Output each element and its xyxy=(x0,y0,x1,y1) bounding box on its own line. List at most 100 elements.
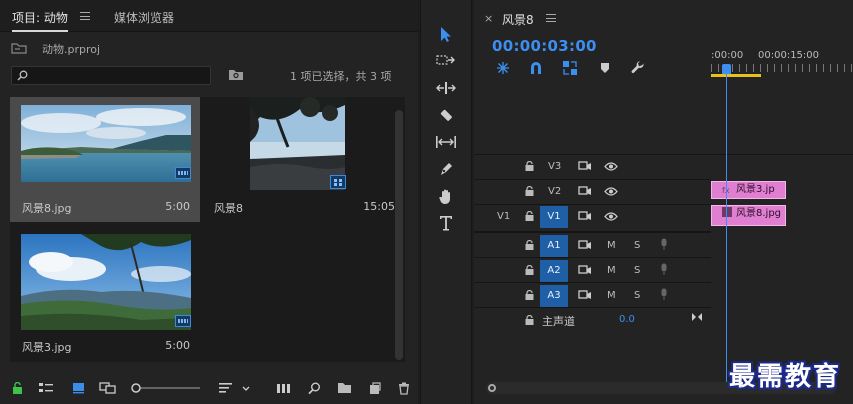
still-image-badge-icon xyxy=(175,167,191,179)
mute-button[interactable]: M xyxy=(607,290,616,301)
sequence-badge-icon xyxy=(330,175,346,189)
add-marker-icon[interactable] xyxy=(600,62,610,74)
track-v3: V3 xyxy=(474,154,711,178)
solo-button[interactable]: S xyxy=(634,240,640,251)
lock-icon[interactable] xyxy=(525,315,534,325)
lock-icon[interactable] xyxy=(525,290,534,300)
selection-tool-icon[interactable] xyxy=(433,23,459,45)
sync-lock-icon[interactable] xyxy=(578,265,592,276)
clip-label: 风景3.jp xyxy=(736,184,775,195)
master-volume-value[interactable]: 0.0 xyxy=(619,314,635,325)
find-icon[interactable] xyxy=(308,382,321,395)
lock-icon[interactable] xyxy=(12,382,23,394)
eye-icon[interactable] xyxy=(604,162,618,171)
microphone-icon[interactable] xyxy=(660,263,668,276)
go-to-in-out-icon[interactable] xyxy=(691,312,703,322)
timeline-menu-icon[interactable] xyxy=(546,14,556,22)
track-a2: A2 M S xyxy=(474,257,711,282)
clip-v2[interactable]: fx 风景3.jp xyxy=(711,181,786,199)
sort-icon[interactable] xyxy=(218,382,250,394)
time-ruler[interactable]: :00:00 00:00:15:00 xyxy=(711,36,853,80)
lock-icon[interactable] xyxy=(525,211,534,221)
thumbnail-lake xyxy=(21,105,191,182)
razor-tool-icon[interactable] xyxy=(433,104,459,126)
target-track-v1[interactable]: V1 xyxy=(540,206,568,228)
track-name: V3 xyxy=(548,161,562,172)
item-duration: 5:00 xyxy=(165,200,190,213)
clip-label: 风景8.jpg xyxy=(736,208,782,219)
panel-menu-icon[interactable] xyxy=(80,12,90,20)
target-track-a3[interactable]: A3 xyxy=(540,285,568,307)
tab-project[interactable]: 项目: 动物 xyxy=(12,9,68,32)
track-separator xyxy=(711,154,853,155)
item-duration: 15:05 xyxy=(363,200,395,213)
snap-icon[interactable] xyxy=(529,61,543,75)
lock-icon[interactable] xyxy=(525,240,534,250)
playhead-timecode[interactable]: 00:00:03:00 xyxy=(492,37,597,55)
hand-tool-icon[interactable] xyxy=(433,185,459,207)
solo-button[interactable]: S xyxy=(634,265,640,276)
item-name: 风景8 xyxy=(214,202,243,215)
track-master: 主声道 0.0 xyxy=(474,307,711,331)
pen-tool-icon[interactable] xyxy=(433,158,459,180)
folder-up-icon[interactable] xyxy=(11,42,27,54)
eye-icon[interactable] xyxy=(604,212,618,221)
media-item[interactable]: 风景3.jpg 5:00 xyxy=(10,229,200,354)
microphone-icon[interactable] xyxy=(660,238,668,251)
tab-media-browser[interactable]: 媒体浏览器 xyxy=(114,9,174,26)
ruler-label: 00:00:15:00 xyxy=(758,50,820,61)
new-item-icon[interactable] xyxy=(368,382,381,395)
linked-selection-icon[interactable] xyxy=(562,60,578,76)
sync-lock-icon[interactable] xyxy=(578,211,592,222)
project-file-name: 动物.prproj xyxy=(42,43,101,56)
lock-icon[interactable] xyxy=(525,186,534,196)
mute-button[interactable]: M xyxy=(607,240,616,251)
search-input[interactable] xyxy=(11,66,211,85)
scroll-handle[interactable] xyxy=(488,384,496,392)
playhead-line[interactable] xyxy=(726,66,727,382)
media-item[interactable]: 风景8 15:05 xyxy=(205,97,395,222)
new-bin-icon[interactable] xyxy=(337,382,352,394)
ripple-edit-tool-icon[interactable] xyxy=(433,77,459,99)
sync-lock-icon[interactable] xyxy=(578,161,592,172)
solo-button[interactable]: S xyxy=(634,290,640,301)
freeform-view-icon[interactable] xyxy=(99,382,119,394)
thumbnail-mountain xyxy=(21,234,191,330)
track-select-tool-icon[interactable] xyxy=(433,50,459,72)
master-label: 主声道 xyxy=(542,315,575,328)
eye-icon[interactable] xyxy=(604,187,618,196)
type-tool-icon[interactable] xyxy=(433,212,459,234)
item-name: 风景8.jpg xyxy=(22,202,72,215)
new-search-bin-icon[interactable] xyxy=(228,69,244,81)
target-track-a1[interactable]: A1 xyxy=(540,235,568,257)
nest-toggle-icon[interactable] xyxy=(496,61,510,75)
item-grid: 风景8.jpg 5:00 风景8 15:05 风景3.jpg 5:00 xyxy=(10,97,405,362)
project-vertical-scrollbar[interactable] xyxy=(395,110,403,360)
lock-icon[interactable] xyxy=(525,265,534,275)
trash-icon[interactable] xyxy=(398,382,410,395)
clip-v1[interactable]: 风景8.jpg xyxy=(711,205,786,226)
sync-lock-icon[interactable] xyxy=(578,290,592,301)
sequence-tab[interactable]: 风景8 xyxy=(502,11,534,28)
automate-to-sequence-icon[interactable] xyxy=(276,382,292,394)
project-panel: 项目: 动物 媒体浏览器 动物.prproj 1 项已选择，共 3 项 风景8.… xyxy=(0,0,418,404)
work-area-bar[interactable] xyxy=(711,74,761,77)
media-item[interactable]: 风景8.jpg 5:00 xyxy=(10,97,200,222)
microphone-icon[interactable] xyxy=(660,288,668,301)
source-track-v1[interactable]: V1 xyxy=(497,211,510,222)
sync-lock-icon[interactable] xyxy=(578,186,592,197)
sync-lock-icon[interactable] xyxy=(578,240,592,251)
timeline-panel: × 风景8 00:00:03:00 :00:00 00:00:15:00 V3 … xyxy=(474,0,853,404)
icon-view-icon[interactable] xyxy=(72,382,86,394)
mute-button[interactable]: M xyxy=(607,265,616,276)
wrench-icon[interactable] xyxy=(631,61,645,75)
fx-badge-icon: fx xyxy=(722,183,732,195)
ruler-ticks xyxy=(711,64,853,72)
list-view-icon[interactable] xyxy=(38,382,54,394)
zoom-slider[interactable] xyxy=(130,382,202,394)
lock-icon[interactable] xyxy=(525,161,534,171)
target-track-a2[interactable]: A2 xyxy=(540,260,568,282)
close-icon[interactable]: × xyxy=(484,12,493,25)
slip-tool-icon[interactable] xyxy=(433,131,459,153)
still-image-badge-icon xyxy=(175,315,191,327)
